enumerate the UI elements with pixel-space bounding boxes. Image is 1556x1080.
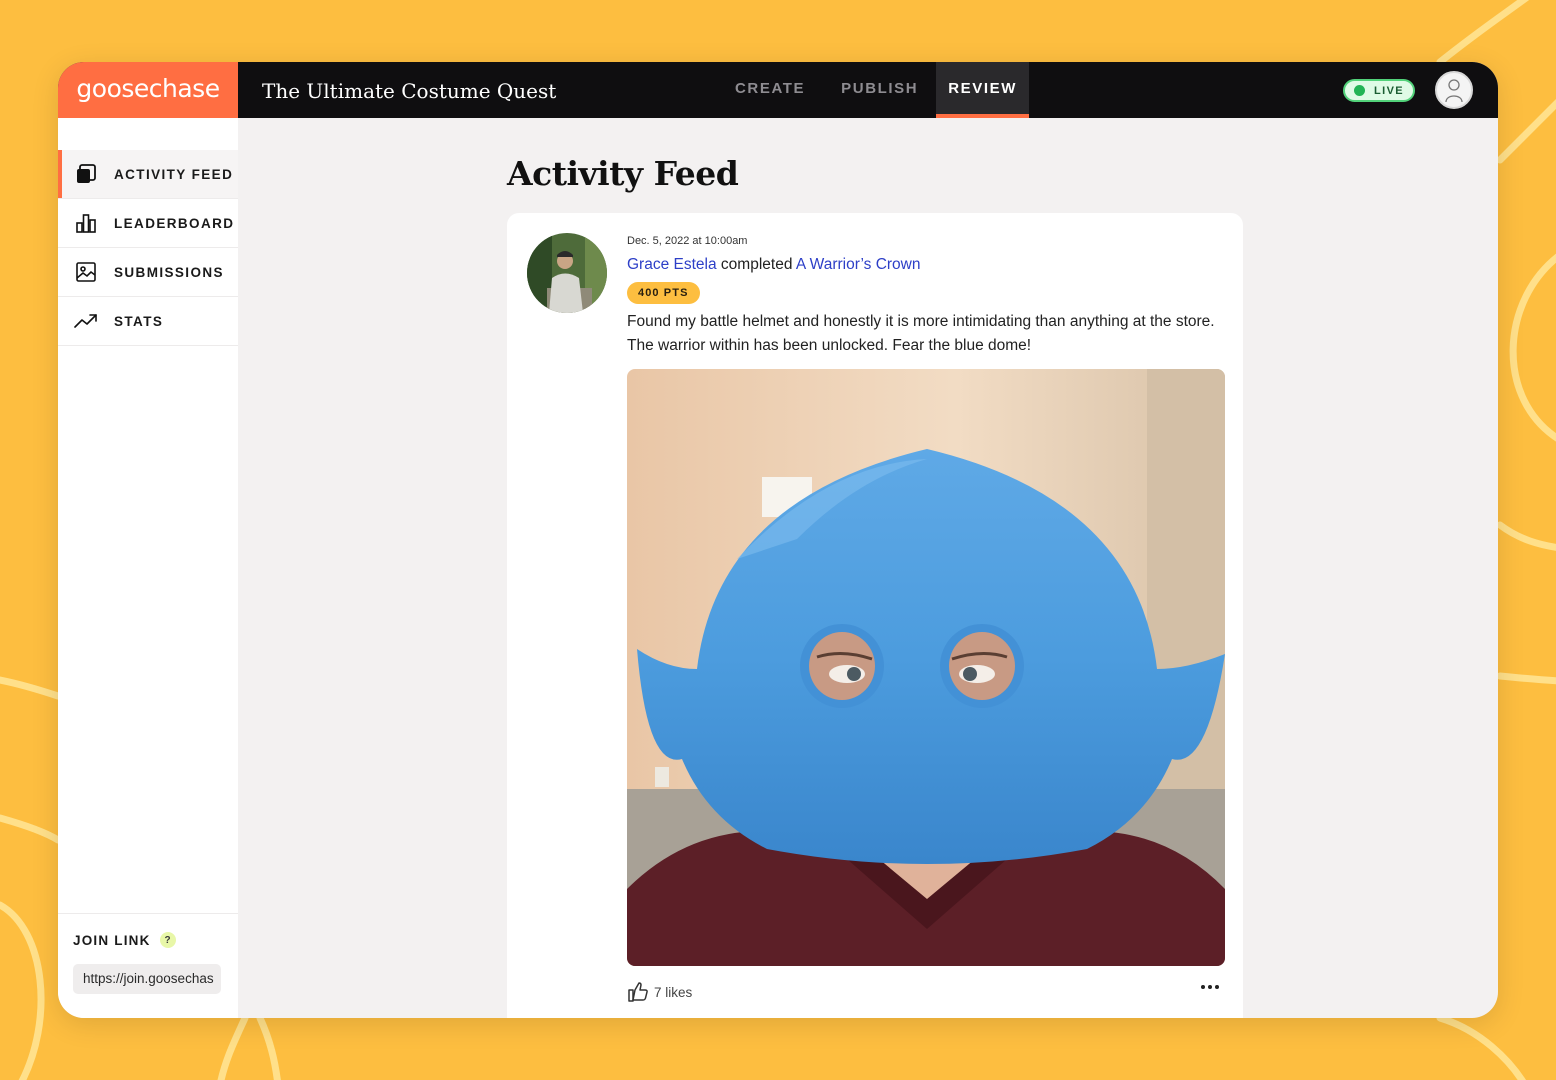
author-avatar[interactable] [527, 233, 607, 313]
feed-post-card: Dec. 5, 2022 at 10:00am Grace Estela com… [507, 213, 1243, 1018]
activity-feed-icon [74, 162, 98, 186]
live-status-badge[interactable]: LIVE [1343, 79, 1415, 102]
top-bar: goosechase The Ultimate Costume Quest CR… [58, 62, 1498, 118]
live-dot-icon [1354, 85, 1365, 96]
sidebar-item-stats[interactable]: STATS [58, 297, 238, 346]
join-link-section: JOIN LINK ? https://join.goosechas [58, 913, 238, 994]
live-status-label: LIVE [1374, 84, 1405, 97]
app-window: goosechase The Ultimate Costume Quest CR… [58, 62, 1498, 1018]
page-title: Activity Feed [507, 154, 739, 193]
post-verb: completed [720, 256, 793, 273]
points-badge: 400 PTS [627, 282, 700, 304]
join-link-field[interactable]: https://join.goosechas [73, 964, 221, 994]
stats-icon [74, 309, 98, 333]
tab-create[interactable]: CREATE [717, 62, 823, 118]
post-caption: Found my battle helmet and honestly it i… [627, 313, 1215, 354]
submission-photo[interactable] [627, 369, 1225, 966]
more-options-icon[interactable] [1201, 985, 1219, 989]
sidebar-nav: ACTIVITY FEED LEADERBOARD SUBMISSIONS ST… [58, 150, 238, 346]
tab-publish[interactable]: PUBLISH [823, 62, 936, 118]
sidebar: ACTIVITY FEED LEADERBOARD SUBMISSIONS ST… [58, 118, 238, 1018]
mission-link[interactable]: A Warrior’s Crown [796, 256, 921, 273]
help-icon[interactable]: ? [159, 932, 176, 948]
user-avatar-icon [1445, 79, 1463, 103]
sidebar-item-label: SUBMISSIONS [114, 264, 224, 280]
join-link-title: JOIN LINK [73, 932, 151, 948]
sidebar-item-label: LEADERBOARD [114, 215, 235, 231]
post-footer: 7 likes [627, 981, 1225, 1005]
post-headline: Grace Estela completed A Warrior’s Crown [627, 256, 921, 274]
sidebar-item-leaderboard[interactable]: LEADERBOARD [58, 199, 238, 248]
sidebar-item-submissions[interactable]: SUBMISSIONS [58, 248, 238, 297]
game-title: The Ultimate Costume Quest [262, 79, 557, 103]
leaderboard-icon [74, 211, 98, 235]
author-link[interactable]: Grace Estela [627, 256, 717, 273]
thumbs-up-icon [628, 982, 648, 1002]
brand-logo[interactable]: goosechase [58, 62, 238, 118]
submissions-icon [74, 260, 98, 284]
likes-count: 7 likes [654, 984, 693, 1000]
main-nav: CREATE PUBLISH REVIEW [717, 62, 1029, 118]
sidebar-item-label: STATS [114, 313, 164, 329]
sidebar-item-activity-feed[interactable]: ACTIVITY FEED [58, 150, 238, 199]
sidebar-item-label: ACTIVITY FEED [114, 166, 234, 182]
user-avatar[interactable] [1435, 71, 1473, 109]
post-timestamp: Dec. 5, 2022 at 10:00am [627, 235, 748, 247]
tab-review[interactable]: REVIEW [936, 62, 1029, 118]
like-button[interactable]: 7 likes [627, 981, 692, 1003]
